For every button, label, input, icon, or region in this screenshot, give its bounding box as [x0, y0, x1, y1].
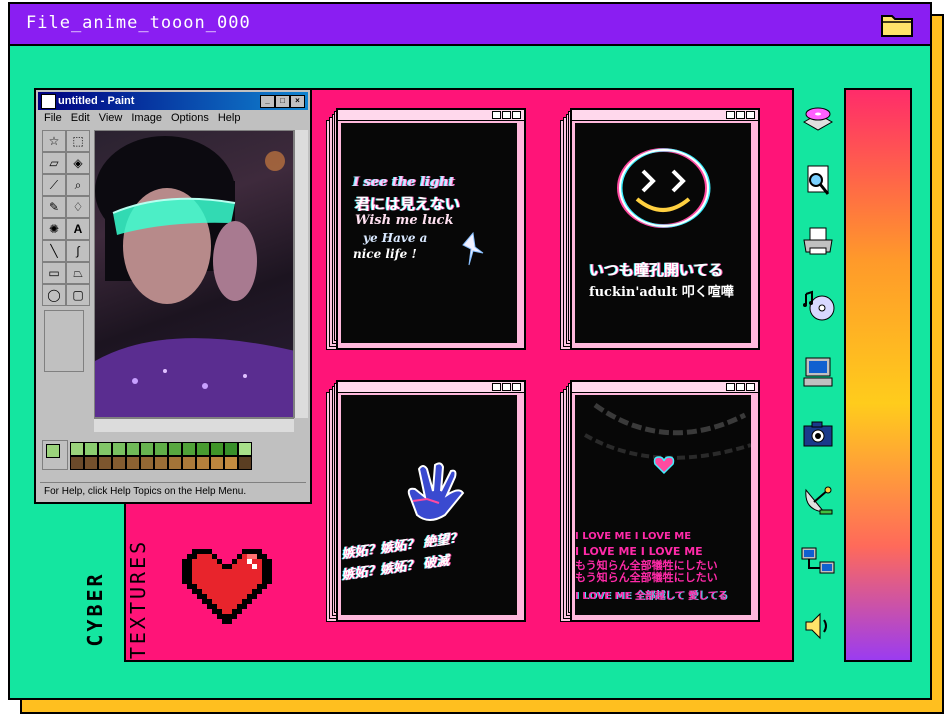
menu-file[interactable]: File: [44, 112, 62, 126]
palette-swatch[interactable]: [196, 456, 210, 470]
gradient-sidebar: [844, 88, 912, 662]
menu-help[interactable]: Help: [218, 112, 241, 126]
status-bar: For Help, click Help Topics on the Help …: [40, 482, 306, 500]
menu-options[interactable]: Options: [171, 112, 209, 126]
palette-swatch[interactable]: [210, 456, 224, 470]
palette-swatch[interactable]: [238, 442, 252, 456]
folder-icon[interactable]: [880, 10, 914, 38]
panel-window-3[interactable]: 嫉妬？嫉妬？ 絶望？ 嫉妬？嫉妬？ 破滅: [326, 380, 526, 622]
palette-swatch[interactable]: [140, 456, 154, 470]
palette-swatch[interactable]: [210, 442, 224, 456]
vertical-scrollbar[interactable]: [294, 130, 308, 418]
satellite-dish-icon[interactable]: [798, 482, 838, 522]
panel-image: 嫉妬？嫉妬？ 絶望？ 嫉妬？嫉妬？ 破滅: [341, 395, 517, 615]
palette-swatch[interactable]: [168, 442, 182, 456]
palette-swatch[interactable]: [112, 456, 126, 470]
network-icon[interactable]: [798, 544, 838, 584]
line-icon[interactable]: ╲: [42, 240, 66, 262]
main-window: File_anime_tooon_000 untitled - Paint _ …: [8, 2, 932, 700]
panel-image: I LOVE ME I LOVE ME I LOVE ME I LOVE ME …: [575, 395, 751, 615]
smiley-glitch-icon: [617, 148, 711, 228]
pencil-icon[interactable]: ✎: [42, 196, 66, 218]
paint-window[interactable]: untitled - Paint _ □ × File Edit View Im…: [34, 88, 312, 504]
palette-swatch[interactable]: [98, 456, 112, 470]
palette-swatch[interactable]: [140, 442, 154, 456]
panel-window-1[interactable]: I see the light 君には見えない Wish me luck ye …: [326, 108, 526, 350]
airbrush-icon[interactable]: ✺: [42, 218, 66, 240]
picker-icon[interactable]: ⟋: [42, 174, 66, 196]
search-document-icon[interactable]: [798, 162, 838, 202]
current-colors: [42, 440, 68, 470]
palette-swatch[interactable]: [238, 456, 252, 470]
camera-icon[interactable]: [798, 416, 838, 456]
fill-icon[interactable]: ◈: [66, 152, 90, 174]
rectangle-icon[interactable]: ▭: [42, 262, 66, 284]
menu-image[interactable]: Image: [131, 112, 162, 126]
printer-icon[interactable]: [798, 224, 838, 264]
hand-glitch-icon: [407, 462, 465, 521]
title-bar[interactable]: File_anime_tooon_000: [10, 4, 930, 46]
close-button[interactable]: ×: [290, 95, 305, 108]
pixel-heart-icon: [182, 549, 272, 624]
palette-swatch[interactable]: [182, 442, 196, 456]
speaker-icon[interactable]: [798, 608, 838, 648]
tool-options[interactable]: [44, 310, 84, 372]
palette-swatch[interactable]: [84, 442, 98, 456]
eraser-icon[interactable]: ▱: [42, 152, 66, 174]
panel-title-bar[interactable]: [338, 382, 524, 393]
palette-swatch[interactable]: [154, 456, 168, 470]
cyber-text: CYBER: [83, 571, 107, 647]
paint-canvas[interactable]: [94, 130, 294, 418]
side-label: CYBER TEXTURES: [64, 528, 150, 678]
curve-icon[interactable]: ∫: [66, 240, 90, 262]
color-palette[interactable]: [42, 440, 304, 474]
paint-title: untitled - Paint: [58, 95, 135, 107]
disc-drive-icon[interactable]: [798, 100, 838, 140]
star-glitch-icon: [462, 231, 484, 266]
panel-title-bar[interactable]: [572, 110, 758, 121]
rounded-rect-icon[interactable]: ▢: [66, 284, 90, 306]
panel-window-2[interactable]: いつも瞳孔開いてる fuckin'adult 叩く喧嘩: [560, 108, 760, 350]
heart-glitch-icon: [653, 456, 675, 475]
free-select-icon[interactable]: ☆: [42, 130, 66, 152]
rect-select-icon[interactable]: ⬚: [66, 130, 90, 152]
menu-view[interactable]: View: [99, 112, 123, 126]
palette-swatch[interactable]: [112, 442, 126, 456]
palette-swatch[interactable]: [70, 456, 84, 470]
horizontal-scrollbar[interactable]: [94, 418, 294, 432]
portrait-image: [95, 136, 293, 417]
menu-edit[interactable]: Edit: [71, 112, 90, 126]
palette-swatch[interactable]: [224, 456, 238, 470]
panel-title-bar[interactable]: [338, 110, 524, 121]
brush-icon[interactable]: ♢: [66, 196, 90, 218]
panel-image: いつも瞳孔開いてる fuckin'adult 叩く喧嘩: [575, 123, 751, 343]
ellipse-icon[interactable]: ◯: [42, 284, 66, 306]
palette-swatch[interactable]: [98, 442, 112, 456]
panel-image: I see the light 君には見えない Wish me luck ye …: [341, 123, 517, 343]
text-icon[interactable]: A: [66, 218, 90, 240]
paint-title-bar[interactable]: untitled - Paint _ □ ×: [38, 92, 308, 110]
palette-swatch[interactable]: [168, 456, 182, 470]
palette-swatch[interactable]: [196, 442, 210, 456]
minimize-button[interactable]: _: [260, 95, 275, 108]
panel-title-bar[interactable]: [572, 382, 758, 393]
paint-menu-bar: File Edit View Image Options Help: [44, 112, 304, 126]
polygon-icon[interactable]: ⏢: [66, 262, 90, 284]
palette-swatch[interactable]: [182, 456, 196, 470]
maximize-button[interactable]: □: [275, 95, 290, 108]
palette-swatch[interactable]: [84, 456, 98, 470]
palette-swatch[interactable]: [70, 442, 84, 456]
panel-window-4[interactable]: I LOVE ME I LOVE ME I LOVE ME I LOVE ME …: [560, 380, 760, 622]
music-cd-icon[interactable]: [798, 288, 838, 328]
magnifier-icon[interactable]: ⌕: [66, 174, 90, 196]
palette-swatch[interactable]: [126, 442, 140, 456]
computer-icon[interactable]: [798, 354, 838, 394]
palette-swatch[interactable]: [154, 442, 168, 456]
palette-swatch[interactable]: [126, 456, 140, 470]
palette-swatch[interactable]: [224, 442, 238, 456]
window-title: File_anime_tooon_000: [26, 13, 251, 33]
textures-text: TEXTURES: [126, 538, 150, 660]
paint-app-icon: [41, 94, 56, 109]
